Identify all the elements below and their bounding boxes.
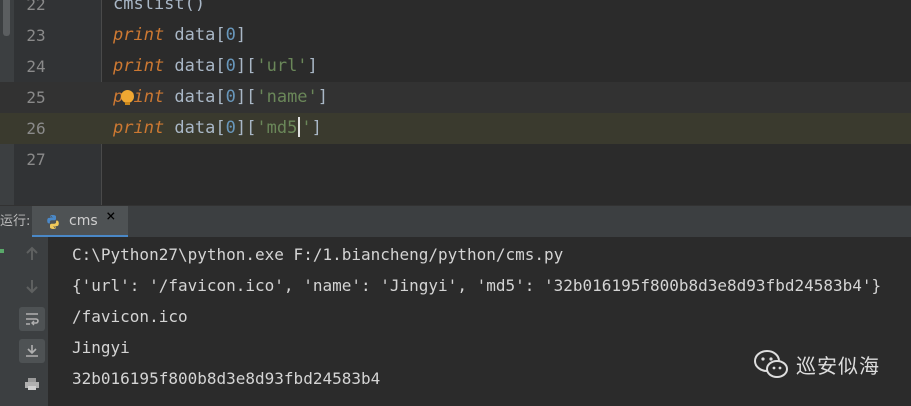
code-editor[interactable]: 22 cmslist() 23 print data[0] 24 print d… — [0, 0, 911, 205]
line-number: 27 — [26, 150, 46, 169]
soft-wrap-icon[interactable] — [19, 307, 45, 331]
intention-bulb-icon[interactable] — [121, 90, 134, 105]
console-line: C:\Python27\python.exe F:/1.biancheng/py… — [72, 245, 564, 264]
watermark-text: 巡安似海 — [796, 353, 880, 378]
index-token: 0 — [225, 87, 236, 107]
line-number: 24 — [26, 57, 46, 76]
run-side-toolbar — [0, 237, 49, 406]
code-text: print data[0]['md5 '] — [113, 117, 322, 138]
print-icon[interactable] — [18, 371, 46, 397]
code-text: print data[0]['url'] — [113, 56, 318, 76]
variable-token: data — [164, 87, 216, 107]
run-indicator — [0, 249, 4, 253]
run-tool-window-header: 运行: cms × — [0, 205, 911, 239]
wechat-icon — [754, 350, 788, 378]
watermark: 巡安似海 — [754, 344, 880, 384]
text-caret — [298, 117, 301, 137]
code-line[interactable]: 24 print data[0]['url'] — [0, 51, 911, 82]
tab-close-icon[interactable]: × — [106, 206, 116, 238]
code-text: print data[0] — [113, 25, 247, 45]
variable-token: data — [164, 25, 216, 45]
string-token: 'url' — [256, 56, 308, 76]
code-text: print data[0]['name'] — [113, 87, 329, 107]
console-line: 32b016195f800b8d3e8d93fbd24583b4 — [72, 369, 381, 388]
string-token: 'name' — [256, 87, 318, 107]
index-token: 0 — [225, 118, 236, 138]
variable-token: data — [164, 118, 216, 138]
index-token: 0 — [225, 25, 236, 45]
run-label: 运行: — [0, 214, 31, 229]
index-token: 0 — [225, 56, 236, 76]
arrow-down-icon[interactable] — [18, 273, 46, 299]
tab-label: cms — [69, 213, 98, 229]
string-token: 'md5 — [256, 118, 298, 138]
code-line[interactable]: 25 print data[0]['name'] — [0, 82, 911, 113]
string-token: ' — [301, 118, 312, 138]
keyword-token: print — [113, 56, 165, 76]
code-line[interactable]: 23 print data[0] — [0, 20, 911, 51]
console-line: Jingyi — [72, 338, 130, 357]
arrow-up-icon[interactable] — [18, 241, 46, 267]
keyword-token: print — [113, 118, 165, 138]
console-line: /favicon.ico — [72, 307, 188, 326]
code-text: cmslist() — [113, 0, 205, 20]
line-number: 25 — [26, 88, 46, 107]
line-number: 23 — [26, 26, 46, 45]
variable-token: data — [164, 56, 216, 76]
python-icon — [47, 215, 59, 229]
line-number: 26 — [26, 119, 46, 138]
scroll-to-end-icon[interactable] — [19, 339, 45, 363]
keyword-token: print — [113, 25, 165, 45]
code-line-active[interactable]: 26 print data[0]['md5 '] — [0, 113, 911, 144]
code-line[interactable]: 27 — [0, 144, 911, 175]
console-line: {'url': '/favicon.ico', 'name': 'Jingyi'… — [72, 276, 882, 295]
code-token: cmslist() — [113, 0, 206, 14]
line-number: 22 — [26, 0, 46, 14]
code-line[interactable]: 22 cmslist() — [0, 0, 911, 20]
